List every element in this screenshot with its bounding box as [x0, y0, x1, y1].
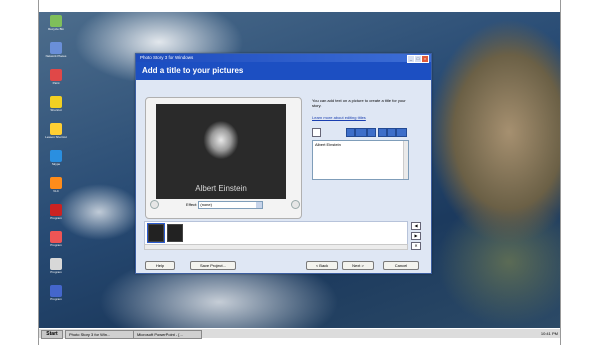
- desktop-icon-label: Program: [50, 216, 62, 220]
- instructions-text: You can add text on a picture to create …: [312, 98, 406, 108]
- align-left-icon[interactable]: [346, 128, 355, 137]
- delete-icon[interactable]: ✕: [411, 242, 421, 250]
- desktop-icon[interactable]: Program: [45, 204, 67, 220]
- app-icon: [50, 150, 62, 162]
- close-icon[interactable]: ×: [421, 55, 429, 63]
- start-button[interactable]: Start: [41, 330, 63, 339]
- text-toolbar: [312, 128, 408, 137]
- app-icon: [50, 123, 62, 135]
- desktop-icon-label: Skype: [51, 162, 61, 166]
- preview-panel: Albert Einstein Effect: (none): [145, 97, 302, 219]
- desktop-icon-label: Paint: [52, 81, 60, 85]
- main-content: Albert Einstein Effect: (none) You can a…: [136, 80, 431, 273]
- frame-right-border: [560, 0, 561, 345]
- page-title: Add a title to your pictures: [136, 62, 431, 80]
- text-scrollbar[interactable]: [403, 141, 408, 179]
- desktop-icon[interactable]: Program: [45, 285, 67, 301]
- save-project-button[interactable]: Save Project...: [190, 261, 236, 270]
- desktop-icon-label: Recycle Bin: [48, 27, 64, 31]
- app-icon: [50, 69, 62, 81]
- window-title: Photo Story 3 for Windows: [140, 55, 194, 60]
- next-button[interactable]: Next >: [342, 261, 374, 270]
- title-text-input[interactable]: Albert Einstein: [312, 140, 409, 180]
- app-icon: [50, 96, 62, 108]
- app-icon: [50, 42, 62, 54]
- taskbar-photo-story[interactable]: Photo Story 3 for Win...: [65, 330, 134, 339]
- app-icon: [50, 285, 62, 297]
- effect-label: Effect:: [186, 202, 198, 208]
- desktop-icon[interactable]: Program: [45, 231, 67, 247]
- effect-value: (none): [200, 202, 212, 207]
- desktop-icon[interactable]: VLC: [45, 177, 67, 193]
- desktop-icon-label: Shortcut: [50, 108, 62, 112]
- photo-story-window: Photo Story 3 for Windows _ □ × Add a ti…: [135, 53, 432, 274]
- desktop-icon-label: Program: [50, 270, 62, 274]
- position-bottom-icon[interactable]: [396, 128, 407, 137]
- app-icon: [50, 15, 62, 27]
- desktop-icon[interactable]: Skype: [45, 150, 67, 166]
- desktop-icon[interactable]: Network Places: [45, 42, 67, 58]
- thumbnail-2[interactable]: [167, 224, 183, 242]
- desktop-icon[interactable]: Program: [45, 258, 67, 274]
- effect-row: Effect: (none): [186, 201, 264, 209]
- window-titlebar[interactable]: Photo Story 3 for Windows _ □ ×: [136, 54, 431, 63]
- desktop-icon-label: Program: [50, 243, 62, 247]
- tray-clock: 10:41 PM: [540, 331, 558, 336]
- help-button[interactable]: Help: [145, 261, 175, 270]
- move-left-icon[interactable]: ◀: [411, 222, 421, 230]
- move-right-icon[interactable]: ▶: [411, 232, 421, 240]
- photo-caption: Albert Einstein: [195, 184, 247, 193]
- cancel-button[interactable]: Cancel: [383, 261, 419, 270]
- desktop-icon-label: Network Places: [45, 54, 67, 58]
- app-icon: [50, 258, 62, 270]
- next-picture-icon[interactable]: [291, 200, 300, 209]
- app-icon: [50, 177, 62, 189]
- desktop-icon-label: Program: [50, 297, 62, 301]
- app-icon: [50, 204, 62, 216]
- taskbar: Start Photo Story 3 for Win... Microsoft…: [39, 328, 560, 339]
- taskbar-powerpoint[interactable]: Microsoft PowerPoint - [...: [133, 330, 202, 339]
- button-row: Help Save Project... < Back Next > Cance…: [136, 261, 431, 271]
- title-text-value: Albert Einstein: [315, 142, 341, 147]
- back-button[interactable]: < Back: [306, 261, 338, 270]
- effect-select[interactable]: (none): [198, 201, 264, 209]
- learn-more-link[interactable]: Learn more about editing titles: [312, 115, 366, 120]
- desktop-icon[interactable]: Paint: [45, 69, 67, 85]
- position-middle-icon[interactable]: [387, 128, 396, 137]
- photo-preview: Albert Einstein: [156, 104, 286, 199]
- prev-picture-icon[interactable]: [150, 200, 159, 209]
- position-top-icon[interactable]: [378, 128, 387, 137]
- desktop-icon[interactable]: Lesson Shortcut: [45, 123, 67, 139]
- align-center-icon[interactable]: [355, 128, 367, 137]
- desktop-icon-label: Lesson Shortcut: [45, 135, 67, 139]
- filmstrip: [144, 221, 408, 245]
- desktop-icon[interactable]: Shortcut: [45, 96, 67, 112]
- app-icon: [50, 231, 62, 243]
- filmstrip-scrollbar[interactable]: [144, 244, 408, 250]
- chevron-down-icon[interactable]: [256, 202, 263, 208]
- desktop-icon-label: VLC: [53, 189, 59, 193]
- font-icon[interactable]: [312, 128, 321, 137]
- align-right-icon[interactable]: [367, 128, 376, 137]
- thumbnail-1[interactable]: [147, 223, 165, 243]
- desktop-icon[interactable]: Recycle Bin: [45, 15, 67, 31]
